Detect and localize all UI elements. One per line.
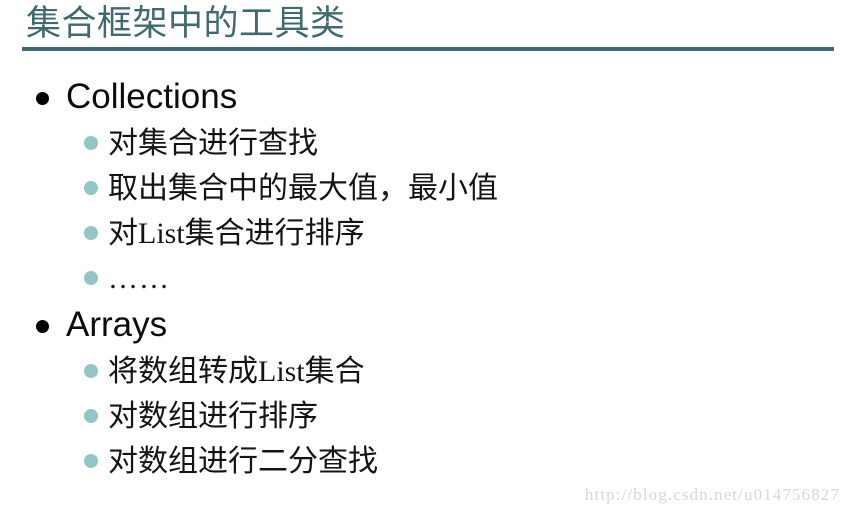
teal-circle-bullet-icon xyxy=(84,181,98,195)
title-divider xyxy=(22,47,834,51)
watermark-url: http://blog.csdn.net/u014756827 xyxy=(584,485,840,504)
outline-level2-item: …… xyxy=(0,257,846,302)
teal-circle-bullet-icon xyxy=(84,454,98,468)
teal-circle-bullet-icon xyxy=(84,364,98,378)
outline-level2-label: 对数组进行排序 xyxy=(108,400,318,433)
outline-level2-item: 对数组进行排序 xyxy=(0,395,846,440)
outline-level2-label: …… xyxy=(108,262,170,295)
outline-level2-label: 将数组转成List集合 xyxy=(108,355,365,388)
outline-level2-label: 对List集合进行排序 xyxy=(108,217,365,250)
outline-level2-item: 对List集合进行排序 xyxy=(0,212,846,257)
outline-level1-label: Collections xyxy=(66,77,238,116)
teal-circle-bullet-icon xyxy=(84,271,98,285)
outline-level2-label: 对数组进行二分查找 xyxy=(108,445,378,478)
outline-level2-label: 取出集合中的最大值，最小值 xyxy=(108,172,498,205)
outline-level2-label: 对集合进行查找 xyxy=(108,127,318,160)
teal-circle-bullet-icon xyxy=(84,226,98,240)
slide: 集合框架中的工具类 Collections 对集合进行查找 取出集合中的最大值，… xyxy=(0,0,846,513)
outline-level2-item: 对数组进行二分查找 xyxy=(0,440,846,485)
page-title: 集合框架中的工具类 xyxy=(26,4,346,43)
teal-circle-bullet-icon xyxy=(84,409,98,423)
filled-circle-bullet-icon xyxy=(36,320,49,333)
outline-level2-item: 对集合进行查找 xyxy=(0,122,846,167)
filled-circle-bullet-icon xyxy=(36,92,49,105)
outline-level1-item: Arrays xyxy=(0,302,846,350)
outline-level2-item: 取出集合中的最大值，最小值 xyxy=(0,167,846,212)
teal-circle-bullet-icon xyxy=(84,136,98,150)
outline-level2-item: 将数组转成List集合 xyxy=(0,350,846,395)
outline-body: Collections 对集合进行查找 取出集合中的最大值，最小值 对List集… xyxy=(0,74,846,485)
outline-level1-item: Collections xyxy=(0,74,846,122)
outline-level1-label: Arrays xyxy=(66,305,168,344)
